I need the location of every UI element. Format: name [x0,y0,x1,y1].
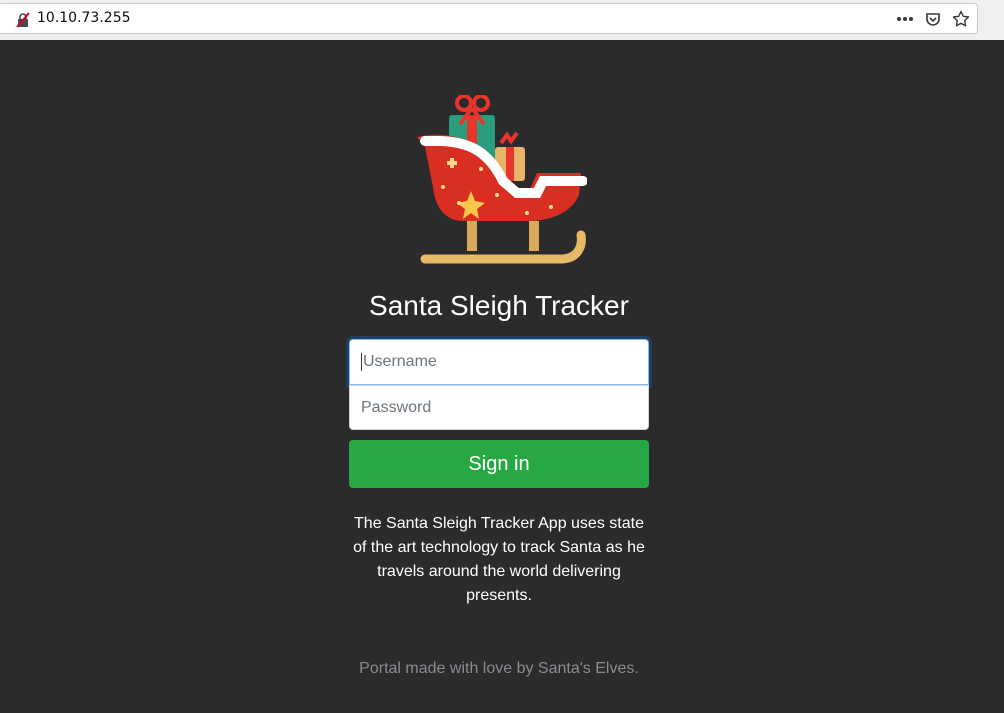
sign-in-button[interactable]: Sign in [349,440,649,488]
password-placeholder: Password [361,398,432,416]
sleigh-logo [411,94,588,267]
login-page: Santa Sleigh Tracker Username Password S… [0,40,1004,713]
app-description: The Santa Sleigh Tracker App uses state … [353,515,645,604]
password-input[interactable]: Password [349,385,649,430]
footer-text: Portal made with love by Santa's Elves. [359,660,639,677]
bookmark-star-icon[interactable] [951,9,971,29]
more-actions-icon[interactable] [895,9,915,29]
page-title: Santa Sleigh Tracker [369,290,629,321]
insecure-lock-icon[interactable] [15,12,31,28]
text-cursor [361,353,362,371]
address-bar[interactable]: 10.10.73.255 [0,3,978,34]
browser-toolbar: 10.10.73.255 [0,0,1004,40]
pocket-icon[interactable] [923,9,943,29]
username-placeholder: Username [363,353,437,370]
url-text[interactable]: 10.10.73.255 [37,10,131,26]
username-input[interactable]: Username [349,339,649,385]
